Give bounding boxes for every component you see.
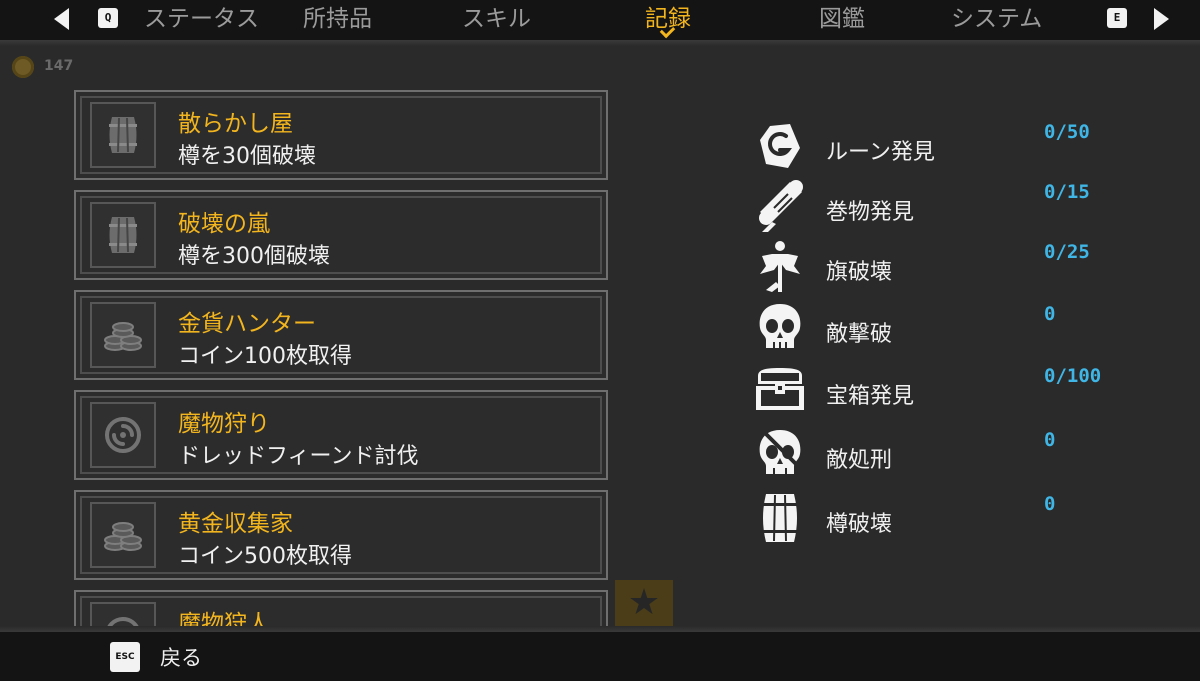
skull-icon xyxy=(759,304,801,348)
stat-row-scrolls: 巻物発見 0/15 xyxy=(752,178,1132,234)
stat-value: 0/25 xyxy=(1044,241,1090,263)
achievement-card[interactable]: 魔物狩人 xyxy=(74,590,608,626)
stat-label: 宝箱発見 xyxy=(826,384,915,409)
top-nav-bar: Q ステータス 所持品 スキル 記録 図鑑 システム E xyxy=(0,0,1200,46)
stat-row-executions: 敵処刑 0 xyxy=(752,426,1132,482)
achievement-card[interactable]: 魔物狩り ドレッドフィーンド討伐 xyxy=(74,390,608,480)
stat-label: 巻物発見 xyxy=(826,200,915,225)
achievement-card[interactable]: 金貨ハンター コイン100枚取得 xyxy=(74,290,608,380)
achievement-card[interactable]: 破壊の嵐 樽を300個破壊 xyxy=(74,190,608,280)
stat-row-runes: ルーン発見 0/50 xyxy=(752,118,1132,174)
achievement-list[interactable]: 散らかし屋 樽を30個破壊 破壊の嵐 樽を300個破壊 金貨ハンター コイン10… xyxy=(74,90,610,626)
achievement-title: 魔物狩人 xyxy=(178,611,270,626)
coin-stack-icon xyxy=(90,302,156,368)
back-button[interactable]: 戻る xyxy=(160,642,202,672)
achievement-title: 黄金収集家 xyxy=(178,511,293,537)
bottom-bar: ESC 戻る xyxy=(0,626,1200,681)
tab-system[interactable]: システム xyxy=(951,2,1042,36)
next-tab-key-hint: E xyxy=(1107,8,1127,28)
achievement-title: 破壊の嵐 xyxy=(178,211,270,237)
coin-count: 147 xyxy=(44,58,74,74)
stat-value: 0 xyxy=(1044,429,1056,451)
barrel-icon xyxy=(762,494,798,542)
tab-inventory[interactable]: 所持品 xyxy=(303,2,372,36)
tab-skills[interactable]: スキル xyxy=(462,2,531,36)
stat-row-enemies-defeated: 敵撃破 0 xyxy=(752,300,1132,356)
achievement-description: コイン500枚取得 xyxy=(178,544,352,569)
bottom-bar-edge xyxy=(0,626,1200,632)
achievement-description: 樽を30個破壊 xyxy=(178,144,316,169)
prev-tab-key-hint: Q xyxy=(98,8,118,28)
tab-encyclopedia[interactable]: 図鑑 xyxy=(819,2,865,36)
previous-tab-arrow-icon[interactable] xyxy=(54,8,69,30)
stat-row-chests: 宝箱発見 0/100 xyxy=(752,362,1132,418)
achievement-card[interactable]: 黄金収集家 コイン500枚取得 xyxy=(74,490,608,580)
vortex-icon xyxy=(90,402,156,468)
achievement-description: ドレッドフィーンド討伐 xyxy=(178,444,419,469)
stat-label: 敵処刑 xyxy=(826,448,893,473)
stat-label: 樽破壊 xyxy=(826,512,893,537)
top-bar-edge xyxy=(0,40,1200,46)
coin-icon xyxy=(12,56,34,78)
tab-status[interactable]: ステータス xyxy=(144,2,259,36)
star-tile-icon: ★ xyxy=(615,580,673,626)
stat-value: 0/100 xyxy=(1044,365,1102,387)
achievement-card[interactable]: 散らかし屋 樽を30個破壊 xyxy=(74,90,608,180)
achievement-description: コイン100枚取得 xyxy=(178,344,352,369)
stat-value: 0/15 xyxy=(1044,181,1090,203)
coin-stack-icon xyxy=(90,502,156,568)
stat-value: 0/50 xyxy=(1044,121,1090,143)
vortex-icon xyxy=(90,602,156,626)
barrel-icon xyxy=(90,202,156,268)
stat-value: 0 xyxy=(1044,303,1056,325)
stat-label: 敵撃破 xyxy=(826,322,893,347)
chest-icon xyxy=(756,368,804,410)
stat-label: 旗破壊 xyxy=(826,260,893,285)
stat-row-flags: 旗破壊 0/25 xyxy=(752,238,1132,294)
achievement-title: 金貨ハンター xyxy=(178,311,316,337)
barrel-icon xyxy=(90,102,156,168)
achievement-title: 魔物狩り xyxy=(178,411,270,437)
crossed-skull-icon xyxy=(759,430,801,474)
scroll-icon xyxy=(759,180,803,232)
esc-key-hint: ESC xyxy=(110,642,140,672)
next-tab-arrow-icon[interactable] xyxy=(1154,8,1169,30)
stat-value: 0 xyxy=(1044,493,1056,515)
stat-label: ルーン発見 xyxy=(826,140,935,165)
achievement-title: 散らかし屋 xyxy=(178,111,293,137)
rune-icon xyxy=(760,124,800,168)
achievement-description: 樽を300個破壊 xyxy=(178,244,330,269)
flag-icon xyxy=(760,241,800,292)
stat-row-barrels: 樽破壊 0 xyxy=(752,490,1132,546)
